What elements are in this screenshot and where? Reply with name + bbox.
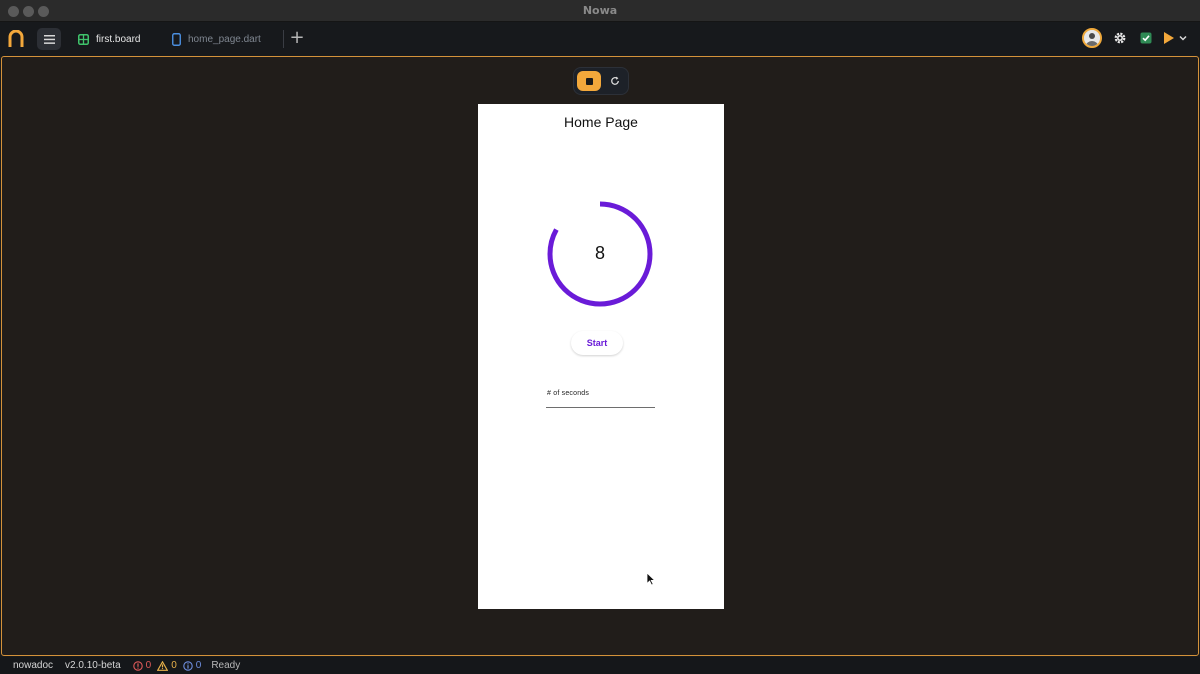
- avatar-person-icon: [1084, 30, 1100, 46]
- stop-button[interactable]: [577, 71, 601, 91]
- hamburger-icon: [43, 34, 55, 44]
- run-play-icon[interactable]: [1163, 31, 1175, 45]
- device-preview: Home Page 8 Start # of seconds: [478, 104, 724, 609]
- add-tab-button[interactable]: +: [289, 29, 305, 47]
- chevron-down-icon[interactable]: [1178, 32, 1188, 44]
- settings-gear-icon[interactable]: [1113, 31, 1127, 45]
- run-controls: [573, 67, 629, 95]
- status-bar: nowadoc v2.0.10-beta 0 0 0 Ready: [0, 657, 1200, 674]
- page-title: Home Page: [564, 114, 638, 130]
- build-check-icon[interactable]: [1140, 32, 1152, 44]
- toolbar-divider: [283, 30, 284, 48]
- tab-first-board[interactable]: first.board: [78, 28, 140, 50]
- mouse-cursor-icon: [646, 572, 656, 586]
- main-menu-button[interactable]: [37, 28, 61, 50]
- info-count: 0: [195, 660, 202, 671]
- error-icon: [132, 660, 143, 671]
- status-text: Ready: [211, 660, 241, 671]
- tab-label: first.board: [96, 33, 141, 45]
- board-grid-icon: [78, 33, 89, 45]
- hot-reload-button[interactable]: [606, 71, 624, 91]
- tab-label: home_page.dart: [188, 33, 261, 45]
- warning-count: 0: [171, 660, 177, 671]
- problems-summary[interactable]: 0 0 0: [132, 660, 202, 671]
- seconds-input[interactable]: # of seconds: [546, 389, 655, 408]
- error-count: 0: [145, 660, 152, 671]
- start-button[interactable]: Start: [571, 331, 623, 355]
- tab-home-page-dart[interactable]: home_page.dart: [172, 28, 261, 50]
- phone-icon: [172, 32, 181, 46]
- stop-icon: [585, 77, 593, 85]
- app-toolbar: first.board home_page.dart +: [0, 22, 1200, 56]
- window-titlebar: Nowa: [0, 0, 1200, 22]
- reload-icon: [611, 76, 619, 85]
- user-avatar[interactable]: [1082, 28, 1102, 48]
- project-name[interactable]: nowadoc: [13, 660, 53, 671]
- nowa-logo-icon[interactable]: [8, 30, 24, 48]
- board-canvas[interactable]: Home Page 8 Start # of seconds: [1, 56, 1199, 656]
- info-icon: [183, 660, 193, 671]
- warning-icon: [157, 660, 169, 671]
- version-label: v2.0.10-beta: [65, 660, 121, 671]
- window-title: Nowa: [582, 4, 618, 17]
- seconds-input-label: # of seconds: [547, 390, 590, 397]
- countdown-value: 8: [594, 243, 605, 263]
